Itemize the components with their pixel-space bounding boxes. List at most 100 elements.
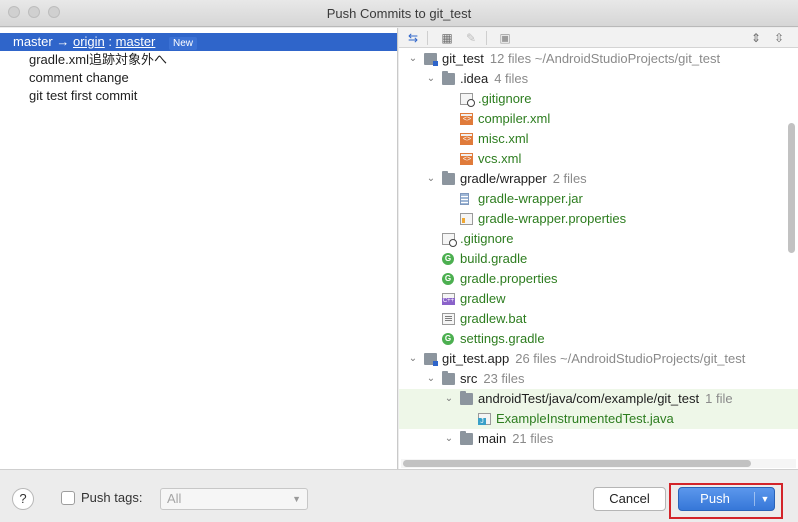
tree-item-name: gradlew xyxy=(460,291,506,306)
cancel-button[interactable]: Cancel xyxy=(593,487,666,511)
push-button[interactable]: Push ▼ xyxy=(678,487,775,511)
local-branch: master xyxy=(13,34,53,49)
edit-icon[interactable]: ✎ xyxy=(463,30,479,46)
chevron-down-icon[interactable]: ⌄ xyxy=(407,49,419,69)
changed-files-panel: ⇆ ▦ ✎ ▣ ⇕ ⇳ ⌄ git_test 12 files ~/AndroidS… xyxy=(399,28,798,469)
tree-module-row[interactable]: ⌄ git_test.app 26 files ~/AndroidStudioPro… xyxy=(399,349,798,369)
tree-item-name: ExampleInstrumentedTest.java xyxy=(496,411,674,426)
push-tags-select[interactable]: All ▼ xyxy=(160,488,308,510)
vertical-scrollbar[interactable] xyxy=(786,49,796,457)
java-icon xyxy=(478,413,491,425)
remote-name-link[interactable]: origin xyxy=(73,34,105,49)
tree-item-name: androidTest/java/com/example/git_test xyxy=(478,391,700,406)
chevron-down-icon[interactable]: ⌄ xyxy=(425,169,437,189)
chevron-down-icon[interactable]: ⌄ xyxy=(443,429,455,449)
gradle-icon: G xyxy=(442,253,454,265)
tree-file-row[interactable]: .gitignore xyxy=(399,229,798,249)
tree-file-row[interactable]: Gbuild.gradle xyxy=(399,249,798,269)
tree-folder-row[interactable]: ⌄ main 21 files xyxy=(399,429,798,449)
tree-item-meta: 26 files ~/AndroidStudioProjects/git_tes… xyxy=(515,351,746,366)
commit-item[interactable]: comment change xyxy=(29,69,129,87)
tree-item-name: misc.xml xyxy=(478,131,529,146)
gradle-icon: G xyxy=(442,333,454,345)
push-button-label: Push xyxy=(700,491,730,506)
push-tags-checkbox[interactable] xyxy=(61,491,75,505)
tree-file-row[interactable]: Ggradle.properties xyxy=(399,269,798,289)
xml-icon xyxy=(460,133,473,145)
chevron-down-icon[interactable]: ⌄ xyxy=(407,349,419,369)
tree-folder-row[interactable]: ⌄ androidTest/java/com/example/git_test 1 … xyxy=(399,389,798,409)
new-branch-badge: New xyxy=(169,37,198,50)
tree-item-name: settings.gradle xyxy=(460,331,545,346)
tree-folder-row[interactable]: ⌄ gradle/wrapper 2 files xyxy=(399,169,798,189)
tree-file-row[interactable]: misc.xml xyxy=(399,129,798,149)
changed-files-tree: ⌄ git_test 12 files ~/AndroidStudioProject… xyxy=(399,49,798,457)
module-icon xyxy=(424,53,438,66)
tree-item-meta: 2 files xyxy=(552,171,587,186)
help-button[interactable]: ? xyxy=(12,488,34,510)
tree-file-row[interactable]: gradle-wrapper.properties xyxy=(399,209,798,229)
tree-folder-row[interactable]: ⌄ .idea 4 files xyxy=(399,69,798,89)
jar-icon xyxy=(460,193,469,205)
tree-item-name: build.gradle xyxy=(460,251,528,266)
xml-icon xyxy=(460,153,473,165)
arrow-icon: → xyxy=(56,34,70,49)
tree-file-row[interactable]: compiler.xml xyxy=(399,109,798,129)
tree-module-row[interactable]: ⌄ git_test 12 files ~/AndroidStudioProject… xyxy=(399,49,798,69)
tree-folder-row[interactable]: ⌄ src 23 files xyxy=(399,369,798,389)
push-tags-select-value: All xyxy=(167,491,182,506)
folder-icon xyxy=(442,371,455,385)
tree-file-row[interactable]: .gitignore xyxy=(399,89,798,109)
tree-file-row[interactable]: gradle-wrapper.jar xyxy=(399,189,798,209)
remote-separator: : xyxy=(108,34,113,49)
dialog-button-bar: ? Push tags: All ▼ Cancel Push ▼ xyxy=(0,469,798,522)
folder-icon xyxy=(460,431,473,445)
expand-all-icon[interactable]: ⇕ xyxy=(748,30,764,46)
folder-icon xyxy=(442,71,455,85)
tree-file-row[interactable]: vcs.xml xyxy=(399,149,798,169)
gitignore-icon xyxy=(460,93,475,107)
tree-file-row[interactable]: Gsettings.gradle xyxy=(399,329,798,349)
tree-file-row[interactable]: gradlew.bat xyxy=(399,309,798,329)
tree-item-name: gradle-wrapper.properties xyxy=(478,211,627,226)
tree-item-name: .idea xyxy=(460,71,489,86)
tree-item-name: .gitignore xyxy=(460,231,514,246)
bat-icon xyxy=(442,313,455,325)
tree-item-name: vcs.xml xyxy=(478,151,522,166)
chevron-down-icon[interactable]: ⌄ xyxy=(443,389,455,409)
chevron-down-icon: ▼ xyxy=(292,494,301,504)
tree-item-name: gradle/wrapper xyxy=(460,171,547,186)
commit-item[interactable]: git test first commit xyxy=(29,87,137,105)
xml-icon xyxy=(460,113,473,125)
tree-item-meta: 1 file xyxy=(705,391,733,406)
tree-item-name: gradle.properties xyxy=(460,271,558,286)
window-title: Push Commits to git_test xyxy=(326,6,472,21)
tree-file-row[interactable]: ExampleInstrumentedTest.java xyxy=(399,409,798,429)
preview-icon[interactable]: ▣ xyxy=(497,30,513,46)
commit-item[interactable]: gradle.xml追跡対象外へ xyxy=(29,51,167,69)
tree-item-name: gradlew.bat xyxy=(460,311,527,326)
push-tags-label: Push tags: xyxy=(81,490,143,505)
push-options-dropdown-icon[interactable]: ▼ xyxy=(756,488,774,510)
folder-icon xyxy=(442,171,455,185)
tree-item-name: .gitignore xyxy=(478,91,532,106)
commits-panel: master → origin : master New gradle.xml追… xyxy=(0,28,398,469)
tree-item-name: compiler.xml xyxy=(478,111,551,126)
properties-icon xyxy=(460,213,473,225)
horizontal-scrollbar[interactable] xyxy=(401,459,796,468)
tree-file-row[interactable]: gradlew xyxy=(399,289,798,309)
tree-item-name: git_test xyxy=(442,51,484,66)
tree-item-name: gradle-wrapper.jar xyxy=(478,191,583,206)
remote-branch-link[interactable]: master xyxy=(116,34,156,49)
cpp-icon xyxy=(442,293,455,305)
group-by-icon[interactable]: ▦ xyxy=(439,30,455,46)
collapse-all-icon[interactable]: ⇳ xyxy=(771,30,787,46)
tree-item-meta: 21 files xyxy=(512,431,554,446)
chevron-down-icon[interactable]: ⌄ xyxy=(425,69,437,89)
files-toolbar: ⇆ ▦ ✎ ▣ ⇕ ⇳ xyxy=(399,28,798,48)
chevron-down-icon[interactable]: ⌄ xyxy=(425,369,437,389)
module-icon xyxy=(424,353,438,366)
expand-diff-icon[interactable]: ⇆ xyxy=(405,30,421,46)
branch-target-row[interactable]: master → origin : master New xyxy=(0,33,397,51)
tree-item-meta: 12 files ~/AndroidStudioProjects/git_tes… xyxy=(489,51,721,66)
